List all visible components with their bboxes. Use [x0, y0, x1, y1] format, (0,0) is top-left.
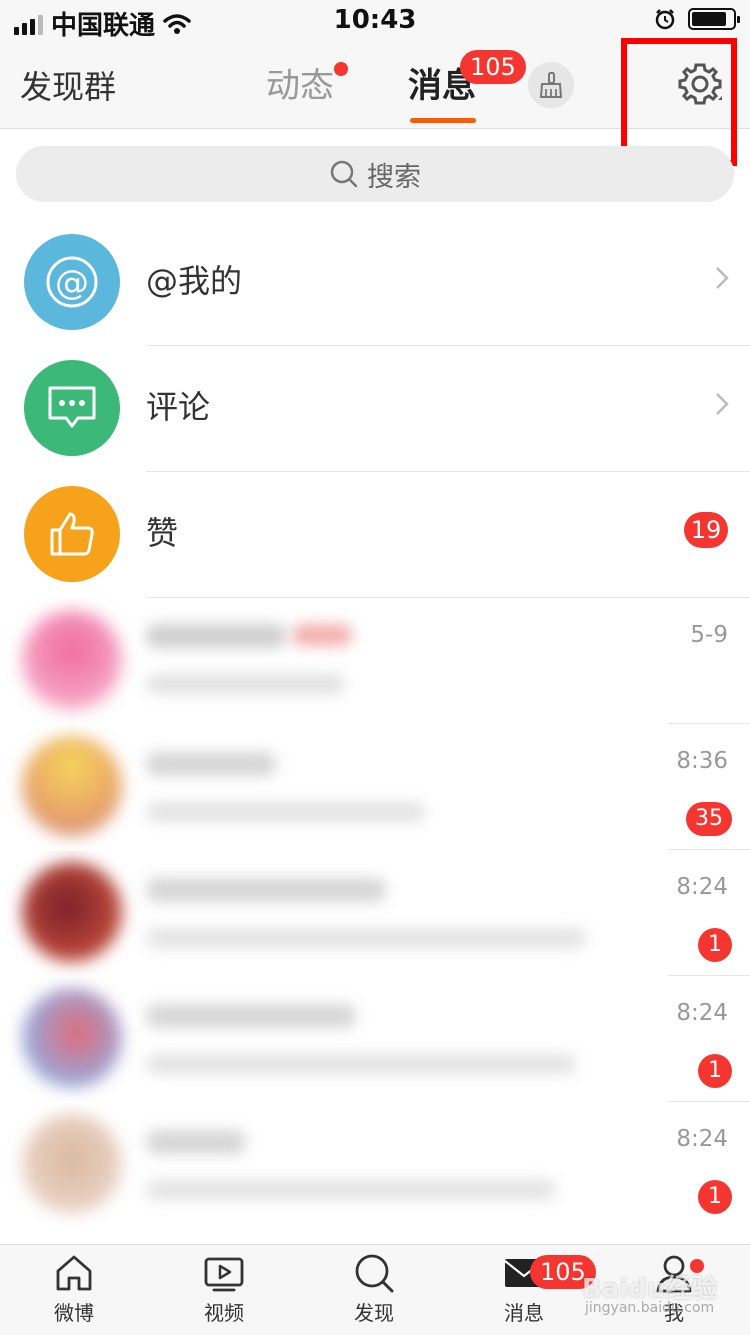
comment-icon: [48, 386, 96, 428]
avatar: [22, 610, 122, 710]
likes-row[interactable]: 赞 19: [0, 470, 750, 596]
new-activity-dot: [334, 62, 348, 76]
conversation-time: 8:36: [676, 748, 728, 774]
status-time: 10:43: [333, 5, 417, 35]
tabbar-label: 微博: [54, 1301, 94, 1325]
search-placeholder: 搜索: [367, 161, 421, 193]
comment-avatar: [24, 360, 120, 456]
blurred-name: [146, 752, 276, 776]
conversation-item[interactable]: 5-9: [0, 598, 750, 724]
search-icon: [355, 1254, 394, 1293]
search-bar[interactable]: 搜索: [16, 146, 734, 202]
thumbs-up-icon: [50, 512, 94, 556]
likes-count-badge: 19: [684, 512, 728, 548]
conversation-time: 5-9: [690, 622, 728, 648]
video-icon: [204, 1257, 244, 1292]
conversation-item[interactable]: 8:24 1: [0, 976, 750, 1102]
battery-icon: [688, 8, 740, 30]
comments-row[interactable]: 评论: [0, 344, 750, 470]
tabbar-item-discover[interactable]: 发现: [324, 1251, 424, 1326]
gear-icon: [678, 63, 722, 105]
search-icon: [330, 160, 358, 188]
avatar: [22, 736, 122, 836]
discover-groups-button[interactable]: 发现群: [20, 62, 116, 108]
blurred-message: [146, 1180, 556, 1200]
row-label: 赞: [146, 514, 179, 552]
top-navigation: 发现群 动态 消息 105: [0, 40, 750, 129]
blurred-message: [146, 802, 426, 822]
settings-button[interactable]: [676, 60, 724, 108]
message-count-badge: 105: [460, 50, 526, 84]
blurred-message: [146, 1054, 576, 1074]
at-me-row[interactable]: @ @我的: [0, 218, 750, 344]
tabbar-item-video[interactable]: 视频: [174, 1251, 274, 1326]
status-right: [654, 8, 740, 30]
tabbar-item-weibo[interactable]: 微博: [24, 1251, 124, 1326]
blurred-message: [146, 674, 346, 694]
blurred-name: [146, 1130, 246, 1154]
row-label: @我的: [146, 262, 243, 300]
home-icon: [56, 1255, 92, 1291]
row-label: 评论: [146, 388, 211, 426]
clear-unread-button[interactable]: [528, 62, 574, 108]
tab-dongtai[interactable]: 动态: [266, 58, 334, 107]
tabbar-label: 视频: [204, 1301, 244, 1325]
tab-label: 动态: [266, 66, 334, 106]
broom-icon: [539, 72, 563, 98]
conversation-time: 8:24: [676, 874, 728, 900]
avatar: [22, 862, 122, 962]
tabbar-label: 消息: [504, 1301, 544, 1325]
active-tab-indicator: [410, 118, 476, 123]
conversation-item[interactable]: 8:36 35: [0, 724, 750, 850]
watermark-url: jingyan.baidu.com: [585, 1300, 715, 1316]
avatar: [22, 1114, 122, 1214]
unread-badge: 1: [698, 1180, 732, 1214]
svg-text:@: @: [55, 263, 89, 303]
conversation-time: 8:24: [676, 1126, 728, 1152]
alarm-icon: [655, 9, 675, 30]
blurred-badge: [292, 624, 352, 646]
chevron-right-icon: [716, 393, 729, 415]
like-avatar: [24, 486, 120, 582]
blurred-name: [146, 1004, 356, 1028]
blurred-name: [146, 878, 386, 902]
chevron-right-icon: [716, 267, 729, 289]
conversation-item[interactable]: 8:24 1: [0, 1102, 750, 1228]
tabbar-label: 发现: [354, 1301, 394, 1325]
at-icon: @: [46, 256, 98, 308]
unread-badge: 1: [698, 1054, 732, 1088]
conversation-time: 8:24: [676, 1000, 728, 1026]
unread-badge: 35: [686, 802, 732, 836]
status-bar: 中国联通 10:43: [0, 0, 750, 41]
unread-badge: 1: [698, 928, 732, 962]
blurred-name: [146, 624, 286, 648]
at-avatar: @: [24, 234, 120, 330]
conversation-item[interactable]: 8:24 1: [0, 850, 750, 976]
avatar: [22, 988, 122, 1088]
blurred-message: [146, 928, 586, 948]
